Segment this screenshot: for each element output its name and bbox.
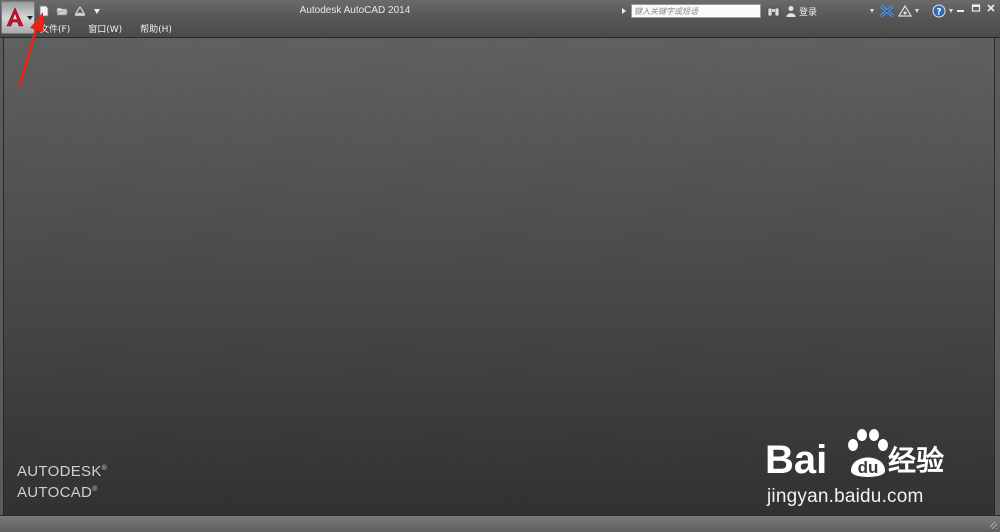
expand-search-icon[interactable] — [622, 8, 626, 14]
a360-icon[interactable] — [898, 5, 913, 17]
binoculars-icon[interactable] — [767, 5, 780, 17]
watermark-du: du — [858, 458, 879, 477]
watermark-bai: Bai — [765, 438, 827, 482]
close-icon[interactable] — [986, 3, 996, 13]
window-controls — [956, 3, 996, 13]
menu-help[interactable]: 帮助(H) — [140, 22, 172, 35]
login-dropdown-icon[interactable] — [870, 9, 875, 13]
window-frame-right — [995, 38, 1000, 515]
window-title: Autodesk AutoCAD 2014 — [299, 5, 411, 16]
watermark-url: jingyan.baidu.com — [767, 486, 924, 507]
status-bar — [0, 515, 1000, 532]
help-dropdown-icon[interactable] — [949, 9, 954, 13]
exchange-icon[interactable] — [880, 5, 894, 17]
minimize-icon[interactable] — [956, 3, 966, 13]
title-bar: Autodesk AutoCAD 2014 文件(F) 窗口(W) 帮助(H) … — [0, 0, 1000, 38]
svg-text:?: ? — [936, 8, 941, 18]
menu-bar: 文件(F) 窗口(W) 帮助(H) — [40, 22, 172, 35]
login-button[interactable]: 登录 — [799, 5, 817, 18]
search-placeholder: 键入关键字或短语 — [634, 7, 698, 16]
brand-line-2: AUTOCAD — [17, 484, 93, 501]
autodesk-autocad-brand: AUTODESK® AUTOCAD® — [17, 463, 108, 501]
resize-grip-icon[interactable] — [990, 522, 997, 529]
restore-icon[interactable] — [971, 3, 981, 13]
baidu-watermark-logo: Bai du 经验 — [765, 429, 944, 482]
help-icon[interactable]: ? — [932, 4, 946, 18]
brand-line-1: AUTODESK — [17, 463, 102, 480]
user-icon[interactable] — [786, 5, 796, 17]
infocenter: 键入关键字或短语 登录 ? — [622, 3, 954, 19]
red-arrow-annotation-icon — [17, 12, 43, 87]
search-input[interactable]: 键入关键字或短语 — [631, 4, 761, 18]
menu-window[interactable]: 窗口(W) — [88, 22, 122, 35]
watermark-jingyan: 经验 — [888, 444, 944, 477]
a360-dropdown-icon[interactable] — [915, 9, 920, 13]
